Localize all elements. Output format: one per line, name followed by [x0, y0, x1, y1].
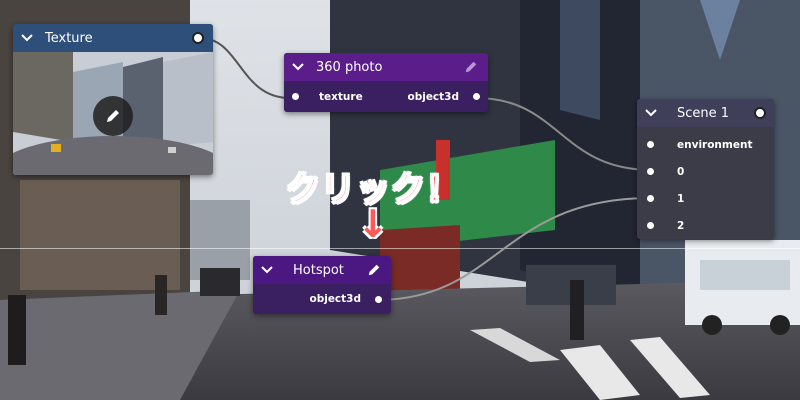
edit-hotspot-button[interactable] — [361, 257, 387, 283]
scene-port-list: environment 0 1 2 — [637, 127, 774, 239]
node-title: Scene 1 — [677, 105, 730, 121]
input-port-0: 0 — [677, 165, 685, 178]
hotspot-node[interactable]: Hotspot object3d — [253, 256, 391, 314]
output-port-icon[interactable] — [192, 32, 204, 44]
chevron-down-icon — [292, 63, 304, 71]
annotation-arrow: ↓ — [357, 202, 389, 246]
port-dot-icon[interactable] — [647, 141, 654, 148]
hotspot-node-header[interactable]: Hotspot — [253, 256, 391, 284]
chevron-down-icon — [645, 109, 657, 117]
edit-texture-button[interactable] — [93, 96, 133, 136]
output-port-object3d: object3d — [309, 293, 361, 305]
output-port-object3d: object3d — [407, 90, 459, 103]
collapse-toggle[interactable] — [253, 256, 281, 284]
input-port-2: 2 — [677, 219, 685, 232]
chevron-down-icon — [261, 266, 273, 274]
photo-node-header[interactable]: 360 photo — [284, 53, 488, 81]
node-title: Hotspot — [293, 262, 344, 278]
texture-node[interactable]: Texture — [13, 24, 213, 175]
pencil-icon — [368, 264, 380, 276]
port-dot-icon[interactable] — [292, 93, 299, 100]
scene-node-header[interactable]: Scene 1 — [637, 99, 774, 127]
scene-node[interactable]: Scene 1 environment 0 1 2 — [637, 99, 774, 239]
input-port-1: 1 — [677, 192, 685, 205]
node-title: 360 photo — [316, 59, 383, 75]
collapse-toggle[interactable] — [637, 99, 665, 127]
port-dot-icon[interactable] — [473, 93, 480, 100]
pencil-icon — [107, 110, 119, 122]
photo-360-node[interactable]: 360 photo texture object3d — [284, 53, 488, 112]
texture-preview — [13, 52, 213, 175]
port-dot-icon[interactable] — [647, 195, 654, 202]
output-port-icon[interactable] — [754, 107, 766, 119]
input-port-texture: texture — [319, 90, 363, 103]
pencil-icon — [465, 61, 477, 73]
texture-node-header[interactable]: Texture — [13, 24, 213, 52]
node-editor-canvas[interactable]: Texture 360 photo texture object3d Scene… — [0, 0, 800, 400]
port-dot-icon[interactable] — [647, 168, 654, 175]
collapse-toggle[interactable] — [13, 24, 41, 52]
node-title: Texture — [45, 30, 93, 46]
chevron-down-icon — [21, 34, 33, 42]
horizon-guide-line — [0, 248, 800, 249]
input-port-environment: environment — [677, 138, 753, 151]
port-dot-icon[interactable] — [375, 295, 382, 303]
port-dot-icon[interactable] — [647, 222, 654, 229]
edit-photo-button[interactable] — [458, 54, 484, 80]
collapse-toggle[interactable] — [284, 53, 312, 81]
